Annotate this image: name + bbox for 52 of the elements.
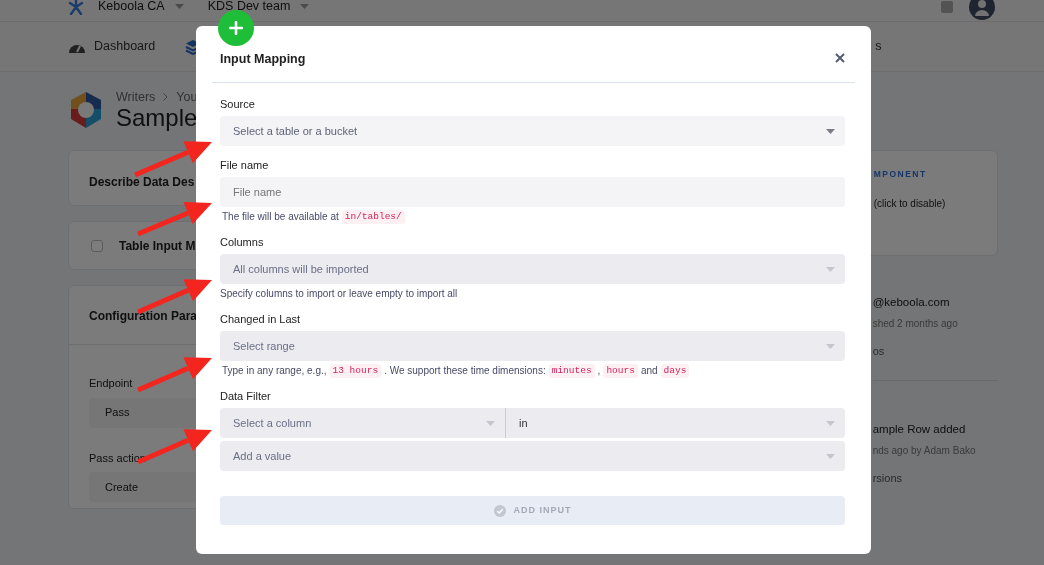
- card-text: (click to disable): [872, 196, 947, 211]
- breadcrumb-link[interactable]: Writers: [116, 90, 156, 104]
- nav-link-item[interactable]: s: [875, 37, 882, 56]
- card-title: Table Input M: [119, 237, 196, 255]
- field-label: Columns: [220, 235, 265, 249]
- field-label: Endpoint: [89, 376, 133, 391]
- checkbox[interactable]: [91, 239, 103, 252]
- activity-link[interactable]: rsions: [872, 470, 998, 487]
- activity-title: @keboola.com: [871, 295, 951, 310]
- code-snippet: hours: [603, 364, 638, 378]
- field-label: Changed in Last: [220, 312, 302, 326]
- select-field[interactable]: Select a table or a bucket: [220, 116, 845, 146]
- project-name[interactable]: KDS Dev team: [207, 0, 291, 16]
- component-logo-icon: [68, 92, 104, 128]
- chevron-icon: [163, 93, 169, 101]
- code-snippet: days: [660, 364, 690, 378]
- activity-title: ample Row added: [872, 421, 967, 437]
- code-snippet: in/tables/: [341, 210, 405, 224]
- caret-icon: [300, 4, 310, 9]
- field-label: Data Filter: [220, 389, 272, 403]
- caret-icon: [826, 453, 835, 459]
- field-label: Source: [220, 97, 256, 111]
- help-text: and: [640, 364, 658, 378]
- organization-name[interactable]: Keboola CA: [98, 0, 165, 16]
- help-text: ,: [597, 364, 601, 378]
- caret-icon: [826, 343, 835, 349]
- asterisk-logo-icon: [68, 0, 84, 15]
- field-label: File name: [220, 158, 270, 172]
- help-text: The file will be available at: [222, 210, 339, 224]
- card-title: Describe Data Des: [89, 174, 195, 191]
- help-text: . We support these time dimensions:: [384, 364, 546, 378]
- help-text: Type in any range, e.g.,: [222, 364, 327, 378]
- caret-icon: [174, 4, 184, 9]
- plus-icon: [229, 21, 243, 35]
- card-title: Configuration Para: [89, 308, 197, 325]
- caret-icon: [826, 420, 835, 426]
- caret-icon: [826, 128, 835, 134]
- code-snippet: 13 hours: [329, 364, 382, 378]
- caret-icon: [486, 420, 495, 426]
- add-button[interactable]: [218, 10, 254, 46]
- close-icon: [835, 53, 845, 63]
- caret-icon: [826, 266, 835, 272]
- card-heading: MPONENT: [872, 168, 928, 181]
- modal-title: Input Mapping: [220, 51, 306, 68]
- nav-link-item[interactable]: Dashboard: [68, 37, 156, 56]
- help-text: Specify columns to import or leave empty to import all: [220, 287, 459, 301]
- avatar-icon[interactable]: [969, 0, 995, 20]
- close-button[interactable]: [833, 51, 847, 65]
- code-snippet: minutes: [548, 364, 595, 378]
- check-circle-icon: [493, 504, 506, 517]
- input-field[interactable]: File name: [220, 177, 845, 207]
- page-title: Sample: [116, 104, 198, 132]
